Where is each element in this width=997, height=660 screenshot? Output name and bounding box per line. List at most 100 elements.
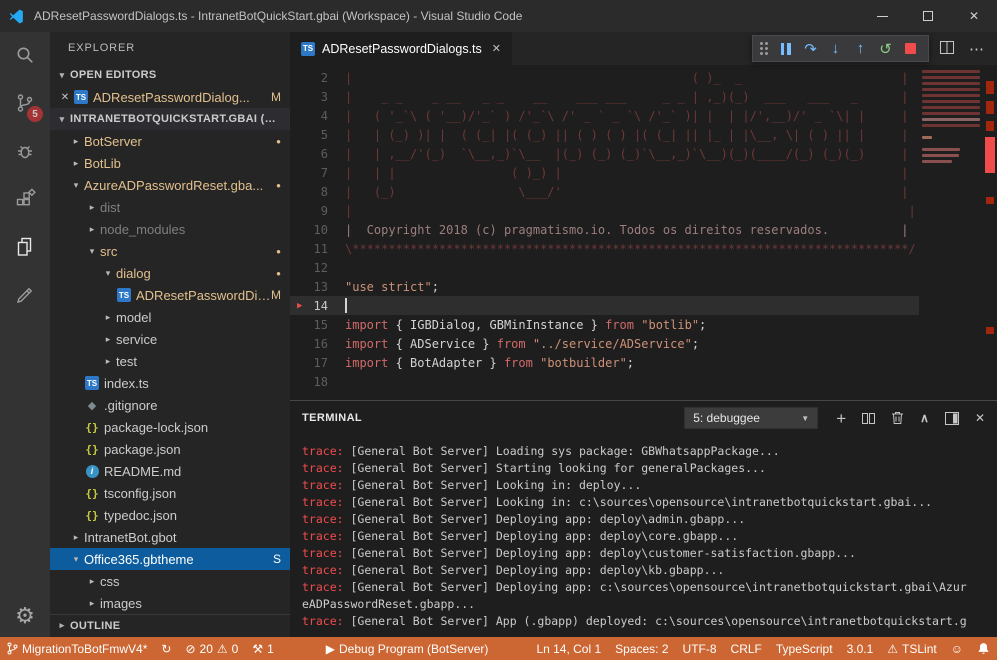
trace-prefix: trace: [302, 461, 344, 475]
more-actions-button[interactable]: ⋯ [969, 40, 984, 58]
tree-item-tsconfig-json[interactable]: {}tsconfig.json [50, 482, 290, 504]
restart-button[interactable]: ↺ [873, 37, 898, 60]
git-branch-status[interactable]: MigrationToBotFmwV4* [0, 637, 154, 660]
build-status[interactable]: ⚒ 1 [245, 637, 280, 660]
step-over-button[interactable]: ↷ [798, 37, 823, 60]
tree-item-adresetpassworddial[interactable]: TSADResetPasswordDial...M [50, 284, 290, 306]
tree-item-model[interactable]: ▸model [50, 306, 290, 328]
tree-item-src[interactable]: ▾src● [50, 240, 290, 262]
warning-icon: ⚠ [217, 642, 228, 656]
tree-item-office365-gbtheme[interactable]: ▾Office365.gbthemeS [50, 548, 290, 570]
tree-item-azureadpasswordreset-gba[interactable]: ▾AzureADPasswordReset.gba...● [50, 174, 290, 196]
tslint-label: TSLint [902, 642, 937, 656]
tslint-status[interactable]: ⚠ TSLint [880, 637, 943, 660]
tree-item-package-json[interactable]: {}package.json [50, 438, 290, 460]
close-editor-icon[interactable]: ✕ [57, 92, 73, 103]
tree-item-images[interactable]: ▸images [50, 592, 290, 614]
terminal-tab[interactable]: TERMINAL [302, 412, 362, 424]
cursor-position-status[interactable]: Ln 14, Col 1 [529, 637, 608, 660]
new-terminal-button[interactable]: + [836, 410, 846, 427]
json-file-icon: {} [84, 443, 100, 456]
open-editors-header[interactable]: ▾ OPEN EDITORS [50, 64, 290, 86]
panel-position-button[interactable] [945, 412, 959, 425]
tree-item-dist[interactable]: ▸dist [50, 196, 290, 218]
tab-label: ADResetPasswordDialogs.ts [322, 42, 482, 56]
close-window-button[interactable]: ✕ [951, 0, 997, 32]
terminal-actions: + ∧ ✕ [836, 410, 985, 427]
stop-button[interactable] [898, 37, 923, 60]
code-text: "use strict"; [345, 280, 439, 294]
line-number: 8 [290, 185, 328, 199]
tree-item-typedoc-json[interactable]: {}typedoc.json [50, 504, 290, 526]
tree-item-package-lock-json[interactable]: {}package-lock.json [50, 416, 290, 438]
chevron-right-icon: ▸ [84, 202, 100, 213]
encoding-status[interactable]: UTF-8 [676, 637, 724, 660]
tree-item-test[interactable]: ▸test [50, 350, 290, 372]
window-title: ADResetPasswordDialogs.ts - IntranetBotQ… [34, 9, 522, 23]
activity-extensions-button[interactable] [0, 176, 50, 224]
line-number: 16 [290, 337, 328, 351]
close-panel-button[interactable]: ✕ [975, 411, 985, 425]
chevron-down-icon: ▾ [84, 246, 100, 257]
json-file-icon: {} [84, 421, 100, 434]
activity-bar: 5 ⚙ [0, 32, 50, 637]
status-bar: MigrationToBotFmwV4* ↻ ⊘ 20 ⚠ 0 ⚒ 1 ▶ De… [0, 637, 997, 660]
pause-button[interactable] [773, 37, 798, 60]
tab-adresetpassworddialogs[interactable]: TS ADResetPasswordDialogs.ts ✕ [290, 32, 512, 65]
tree-item-botserver[interactable]: ▸BotServer● [50, 130, 290, 152]
activity-explorer-button[interactable] [0, 224, 50, 272]
activity-search-button[interactable] [0, 32, 50, 80]
tree-item-css[interactable]: ▸css [50, 570, 290, 592]
workspace-header[interactable]: ▾ INTRANETBOTQUICKSTART.GBAI (WO... [50, 108, 290, 130]
tree-item-botlib[interactable]: ▸BotLib [50, 152, 290, 174]
terminal-select[interactable]: 5: debuggee ▼ [684, 407, 818, 429]
code-editor[interactable]: 2| ( )_ _ |3| _ _ _ __ _ _ __ ___ ___ _ … [290, 65, 997, 400]
activity-debug-button[interactable] [0, 128, 50, 176]
sync-status[interactable]: ↻ [154, 637, 178, 660]
notifications-bell-button[interactable] [970, 637, 997, 660]
drag-handle-icon[interactable] [760, 42, 768, 55]
step-out-button[interactable]: ↑ [848, 37, 873, 60]
tree-item-index-ts[interactable]: TSindex.ts [50, 372, 290, 394]
feedback-smiley-button[interactable]: ☺ [944, 637, 970, 660]
problems-status[interactable]: ⊘ 20 ⚠ 0 [178, 637, 245, 660]
trace-prefix: trace: [302, 444, 344, 458]
tree-item-node-modules[interactable]: ▸node_modules [50, 218, 290, 240]
maximize-button[interactable] [905, 0, 951, 32]
maximize-panel-button[interactable]: ∧ [920, 411, 929, 425]
code-line: 12 [290, 258, 919, 277]
step-into-button[interactable]: ↓ [823, 37, 848, 60]
text-cursor [345, 298, 347, 313]
activity-source-control-button[interactable]: 5 [0, 80, 50, 128]
play-icon: ▶ [326, 642, 335, 656]
kill-terminal-button[interactable] [891, 411, 904, 425]
language-mode-status[interactable]: TypeScript [769, 637, 840, 660]
terminal-output[interactable]: trace: [General Bot Server] Loading sys … [290, 435, 997, 630]
version-status[interactable]: 3.0.1 [840, 637, 881, 660]
code-area[interactable]: 2| ( )_ _ |3| _ _ _ __ _ _ __ ___ ___ _ … [290, 65, 919, 400]
close-tab-icon[interactable]: ✕ [492, 42, 501, 55]
outline-header[interactable]: ▸ OUTLINE [50, 614, 290, 636]
eol-status[interactable]: CRLF [724, 637, 769, 660]
overview-ruler[interactable] [983, 65, 997, 400]
tree-item-readme-md[interactable]: iREADME.md [50, 460, 290, 482]
settings-gear-icon[interactable]: ⚙ [15, 603, 35, 629]
debug-program-status[interactable]: ▶ Debug Program (BotServer) [319, 637, 496, 660]
split-terminal-button[interactable] [862, 412, 875, 425]
line-number: 17 [290, 356, 328, 370]
editor-region: TS ADResetPasswordDialogs.ts ✕ ↷ ↓ ↑ ↺ ⋯… [290, 32, 997, 637]
sync-icon: ↻ [161, 642, 171, 656]
minimize-button[interactable] [859, 0, 905, 32]
tree-item-service[interactable]: ▸service [50, 328, 290, 350]
split-editor-button[interactable] [940, 41, 954, 57]
tree-item-gitignore[interactable]: ◆.gitignore [50, 394, 290, 416]
tree-item-label: tsconfig.json [104, 486, 176, 501]
activity-edit-button[interactable] [0, 272, 50, 320]
indentation-status[interactable]: Spaces: 2 [608, 637, 675, 660]
minimap[interactable] [919, 65, 983, 400]
title-bar: ADResetPasswordDialogs.ts - IntranetBotQ… [0, 0, 997, 32]
tree-item-dialog[interactable]: ▾dialog● [50, 262, 290, 284]
open-editor-item[interactable]: ✕ TS ADResetPasswordDialog... M [50, 86, 290, 108]
tree-item-label: Office365.gbtheme [84, 552, 194, 567]
tree-item-intranetbot-gbot[interactable]: ▸IntranetBot.gbot [50, 526, 290, 548]
